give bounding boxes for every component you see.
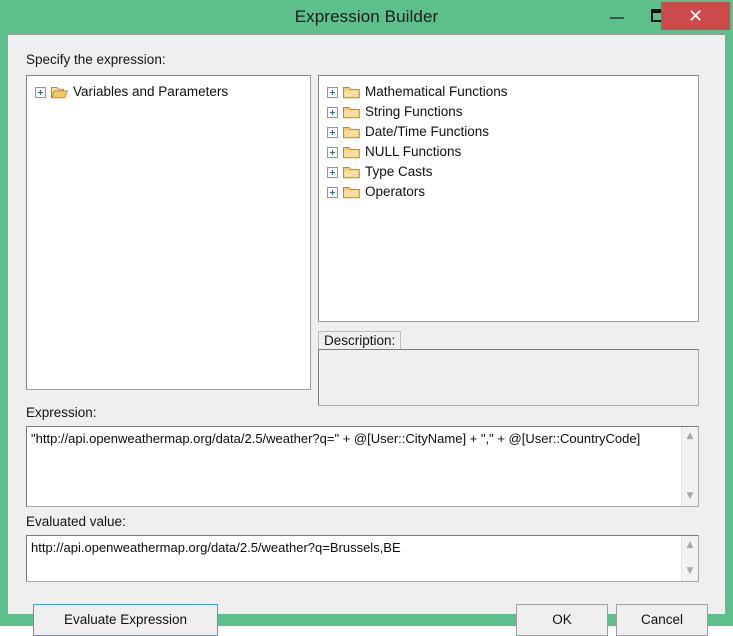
tree-item-label: NULL Functions bbox=[365, 144, 462, 160]
expand-plus-icon[interactable] bbox=[327, 186, 338, 198]
expand-plus-icon[interactable] bbox=[327, 106, 338, 118]
tree-item-variables-and-parameters[interactable]: Variables and Parameters bbox=[27, 82, 310, 102]
folder-closed-icon bbox=[343, 105, 360, 119]
description-label: Description: bbox=[318, 331, 402, 349]
evaluated-value-label: Evaluated value: bbox=[26, 514, 126, 529]
scroll-up-icon[interactable]: ▲ bbox=[682, 537, 698, 554]
minimize-icon bbox=[610, 17, 624, 19]
expression-value: "http://api.openweathermap.org/data/2.5/… bbox=[31, 431, 641, 446]
description-box bbox=[318, 349, 699, 406]
tree-item-label: String Functions bbox=[365, 104, 463, 120]
title-bar: Expression Builder ✕ bbox=[0, 0, 733, 34]
expand-plus-icon[interactable] bbox=[327, 86, 338, 98]
tree-item-label: Mathematical Functions bbox=[365, 84, 508, 100]
tree-item-label: Operators bbox=[365, 184, 426, 200]
evaluate-expression-button[interactable]: Evaluate Expression bbox=[33, 604, 218, 636]
tree-item-label: Date/Time Functions bbox=[365, 124, 490, 140]
tree-item-label: Variables and Parameters bbox=[73, 84, 229, 100]
scroll-down-icon[interactable]: ▼ bbox=[682, 563, 698, 580]
expression-scrollbar[interactable]: ▲ ▼ bbox=[681, 427, 698, 506]
expression-label: Expression: bbox=[26, 405, 97, 420]
scroll-down-icon[interactable]: ▼ bbox=[682, 488, 698, 505]
cancel-button[interactable]: Cancel bbox=[616, 604, 708, 636]
scroll-up-icon[interactable]: ▲ bbox=[682, 428, 698, 445]
tree-item-type-casts[interactable]: Type Casts bbox=[319, 162, 698, 182]
folder-closed-icon bbox=[343, 125, 360, 139]
tree-item-label: Type Casts bbox=[365, 164, 433, 180]
close-button[interactable]: ✕ bbox=[661, 2, 730, 30]
folder-closed-icon bbox=[343, 85, 360, 99]
folder-closed-icon bbox=[343, 165, 360, 179]
variables-tree-panel[interactable]: Variables and Parameters bbox=[26, 75, 311, 390]
folder-closed-icon bbox=[343, 145, 360, 159]
tree-item-mathematical-functions[interactable]: Mathematical Functions bbox=[319, 82, 698, 102]
expression-input[interactable]: "http://api.openweathermap.org/data/2.5/… bbox=[26, 426, 699, 507]
minimize-button[interactable] bbox=[596, 0, 641, 30]
expand-plus-icon[interactable] bbox=[327, 126, 338, 138]
ok-button[interactable]: OK bbox=[516, 604, 608, 636]
folder-closed-icon bbox=[343, 185, 360, 199]
specify-expression-label: Specify the expression: bbox=[26, 52, 166, 67]
expand-plus-icon[interactable] bbox=[327, 146, 338, 158]
expand-plus-icon[interactable] bbox=[327, 166, 338, 178]
tree-item-date-time-functions[interactable]: Date/Time Functions bbox=[319, 122, 698, 142]
folder-open-icon bbox=[51, 85, 68, 99]
tree-item-null-functions[interactable]: NULL Functions bbox=[319, 142, 698, 162]
tree-item-operators[interactable]: Operators bbox=[319, 182, 698, 202]
evaluated-value-output[interactable]: http://api.openweathermap.org/data/2.5/w… bbox=[26, 535, 699, 582]
evaluated-value-scrollbar[interactable]: ▲ ▼ bbox=[681, 536, 698, 581]
functions-tree-panel[interactable]: Mathematical Functions String Functions bbox=[318, 75, 699, 322]
evaluated-value-text: http://api.openweathermap.org/data/2.5/w… bbox=[31, 540, 401, 555]
dialog-body: Specify the expression: Variables and Pa… bbox=[8, 34, 725, 636]
tree-item-string-functions[interactable]: String Functions bbox=[319, 102, 698, 122]
expression-builder-window: Expression Builder ✕ Specify the express… bbox=[0, 0, 733, 636]
expand-plus-icon[interactable] bbox=[35, 86, 46, 98]
